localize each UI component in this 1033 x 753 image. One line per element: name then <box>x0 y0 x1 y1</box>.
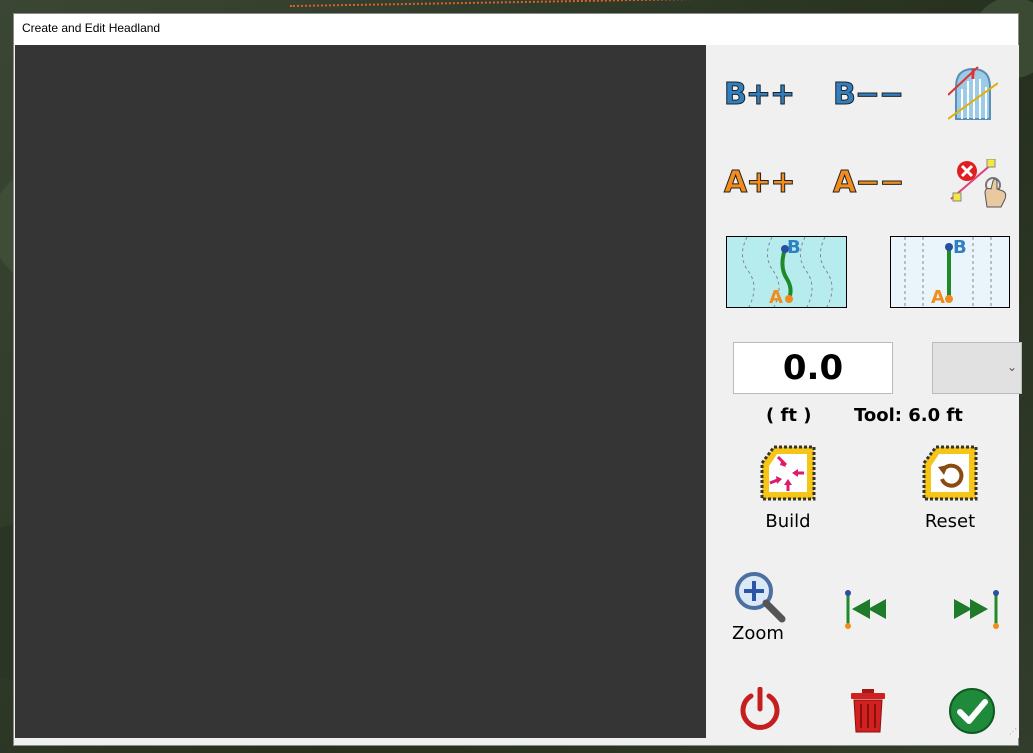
distance-dropdown[interactable]: ⌄ <box>932 342 1022 394</box>
b-plus-button[interactable]: B++ <box>723 77 795 113</box>
curve-a-label: A <box>769 287 783 308</box>
map-canvas[interactable] <box>15 45 706 738</box>
move-to-start-button[interactable] <box>842 590 894 630</box>
ok-button[interactable] <box>948 687 996 735</box>
reset-headland-icon <box>922 445 978 501</box>
a-plus-button[interactable]: A++ <box>724 165 796 201</box>
headland-hatch-button[interactable] <box>947 65 999 121</box>
zoom-button[interactable] <box>734 571 786 623</box>
reset-label: Reset <box>924 511 976 532</box>
move-to-start-icon <box>845 590 886 629</box>
control-panel: B++ B−− A++ A−− B A B A 0.0 ⌄ (ft) Too… <box>706 45 1022 738</box>
line-a-label: A <box>931 287 945 308</box>
build-headland-icon <box>760 445 816 501</box>
ok-check-icon <box>949 688 995 734</box>
move-to-end-button[interactable] <box>952 590 1004 630</box>
distance-value-display[interactable]: 0.0 <box>733 342 893 394</box>
move-to-end-icon <box>954 590 999 629</box>
title-bar[interactable]: Create and Edit Headland <box>14 14 1018 45</box>
line-headland-button[interactable]: B A <box>890 236 1010 308</box>
window-title: Create and Edit Headland <box>22 21 161 35</box>
headland-window: Create and Edit Headland B++ B−− A++ A−− <box>13 13 1022 746</box>
zoom-in-icon <box>735 572 786 623</box>
power-icon <box>740 686 780 730</box>
curve-b-label: B <box>787 237 801 258</box>
unit-label: ( ft ) <box>766 405 812 426</box>
zoom-label: Zoom <box>732 623 784 644</box>
delete-points-button[interactable] <box>949 158 1007 209</box>
build-label: Build <box>765 511 811 532</box>
curve-headland-button[interactable]: B A <box>726 236 847 308</box>
reset-button[interactable] <box>920 443 980 503</box>
delete-points-icon <box>950 158 1007 208</box>
resize-grip[interactable]: ⋰ <box>1009 727 1017 736</box>
power-button[interactable] <box>738 686 782 731</box>
line-path-icon <box>904 237 992 307</box>
build-button[interactable] <box>758 443 818 503</box>
headland-hatch-icon <box>947 66 999 120</box>
tool-width-label: Tool: 6.0 ft <box>854 405 963 426</box>
a-minus-button[interactable]: A−− <box>833 165 905 201</box>
b-minus-button[interactable]: B−− <box>832 77 904 113</box>
line-b-label: B <box>953 237 967 258</box>
chevron-down-icon: ⌄ <box>1006 360 1017 374</box>
trash-icon <box>851 689 885 733</box>
delete-button[interactable] <box>850 689 886 733</box>
